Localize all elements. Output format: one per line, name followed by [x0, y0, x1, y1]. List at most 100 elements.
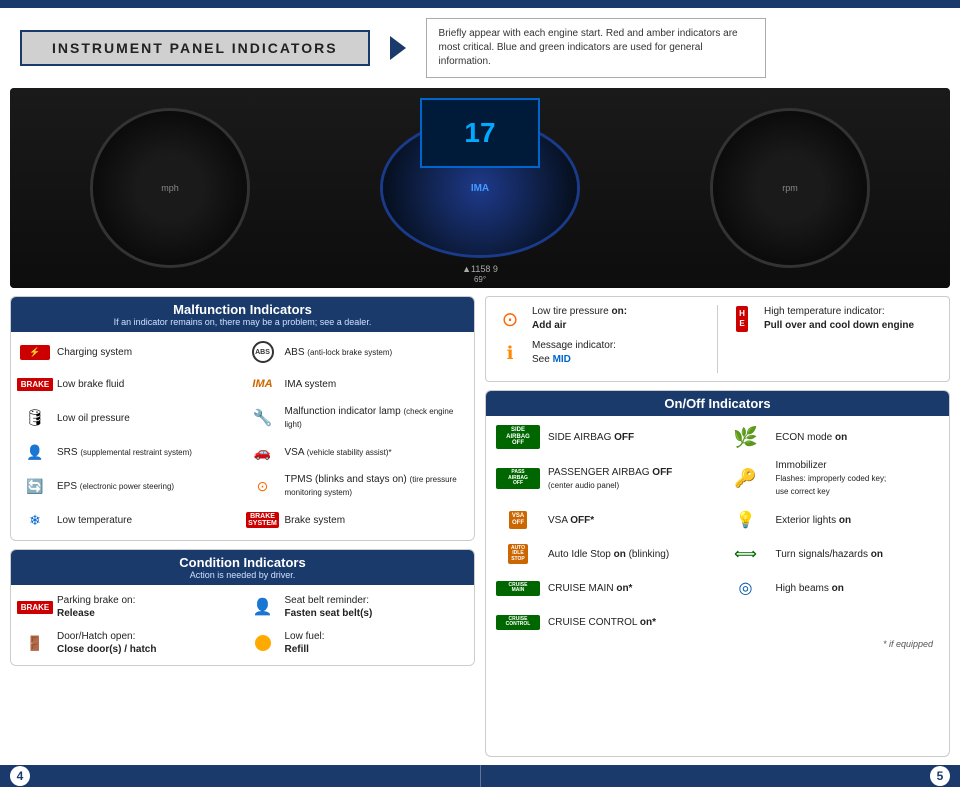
cruise-main-icon: CRUISEMAIN: [494, 576, 542, 600]
vsa-label: VSA (vehicle stability assist)*: [285, 446, 392, 459]
parking-brake-label: Parking brake on:Release: [57, 594, 135, 620]
alert-section: ⊙ Low tire pressure on:Add air ℹ Message…: [485, 296, 950, 382]
page-title: INSTRUMENT PANEL INDICATORS: [20, 30, 370, 66]
cruise-main-label: CRUISE MAIN on*: [548, 582, 632, 595]
onoff-vsa-off: VSAOFF VSA OFF*: [494, 505, 714, 535]
onoff-cruise-control: CRUISECONTROL CRUISE CONTROL on*: [494, 607, 714, 637]
condition-parking-brake: BRAKE Parking brake on:Release: [19, 591, 239, 623]
bottom-bar: 4 5: [0, 765, 960, 787]
indicator-low-temp: ❄ Low temperature: [19, 506, 239, 534]
arrow-icon: [390, 36, 406, 60]
onoff-header: On/Off Indicators: [486, 391, 949, 416]
alert-tire-pressure: ⊙ Low tire pressure on:Add air: [496, 305, 707, 333]
pass-airbag-icon: PASSAIRBAGOFF: [494, 467, 542, 491]
srs-label: SRS (supplemental restraint system): [57, 446, 192, 459]
side-airbag-label: SIDE AIRBAG OFF: [548, 431, 634, 444]
high-temp-label: High temperature indicator:Pull over and…: [764, 305, 914, 333]
low-temp-label: Low temperature: [57, 514, 132, 527]
indicator-vsa: 🚗 VSA (vehicle stability assist)*: [247, 438, 467, 466]
charging-icon: ⚡: [19, 341, 51, 363]
bottom-divider: [480, 765, 481, 787]
malfunction-content: ⚡ Charging system ABS ABS (anti-lock bra…: [11, 332, 474, 540]
cruise-control-icon: CRUISECONTROL: [494, 610, 542, 634]
vsa-off-icon: VSAOFF: [494, 508, 542, 532]
indicator-abs: ABS ABS (anti-lock brake system): [247, 338, 467, 366]
onoff-high-beams: ◎ High beams on: [722, 573, 942, 603]
high-temp-icon: HE: [728, 305, 756, 333]
onoff-section: On/Off Indicators SIDEAIRBAGOFF SIDE AIR…: [485, 390, 950, 757]
indicator-low-oil: 🛢 Low oil pressure: [19, 402, 239, 434]
onoff-side-airbag: SIDEAIRBAGOFF SIDE AIRBAG OFF: [494, 422, 714, 452]
onoff-immob: 🔑 ImmobilizerFlashes: improperly coded k…: [722, 456, 942, 501]
immob-icon: 🔑: [722, 467, 770, 491]
cruise-control-label: CRUISE CONTROL on*: [548, 616, 656, 629]
onoff-cruise-main: CRUISEMAIN CRUISE MAIN on*: [494, 573, 714, 603]
low-oil-label: Low oil pressure: [57, 412, 130, 425]
vsa-icon: 🚗: [247, 441, 279, 463]
mil-icon: 🔧: [247, 407, 279, 429]
message-label: Message indicator:See MID: [532, 339, 616, 367]
malfunction-grid: ⚡ Charging system ABS ABS (anti-lock bra…: [19, 338, 466, 534]
high-beams-label: High beams on: [776, 582, 844, 595]
indicator-charging: ⚡ Charging system: [19, 338, 239, 366]
alert-row: ⊙ Low tire pressure on:Add air ℹ Message…: [496, 305, 939, 373]
malfunction-subtitle: If an indicator remains on, there may be…: [21, 317, 464, 327]
brake-sys-label: Brake system: [285, 514, 346, 527]
immob-label: ImmobilizerFlashes: improperly coded key…: [776, 459, 887, 498]
ima-icon: IMA: [247, 373, 279, 395]
econ-icon: 🌿: [722, 425, 770, 449]
econ-label: ECON mode on: [776, 431, 848, 444]
header-note: Briefly appear with each engine start. R…: [426, 18, 766, 78]
eps-icon: 🔄: [19, 475, 51, 497]
tpms-icon: ⊙: [247, 475, 279, 497]
condition-title: Condition Indicators: [21, 555, 464, 570]
condition-seatbelt: 👤 Seat belt reminder:Fasten seat belt(s): [247, 591, 467, 623]
onoff-grid: SIDEAIRBAGOFF SIDE AIRBAG OFF 🌿 ECON mod…: [494, 422, 941, 637]
abs-icon: ABS: [247, 341, 279, 363]
low-fuel-label: Low fuel:Refill: [285, 630, 325, 656]
low-brake-icon: BRAKE: [19, 373, 51, 395]
onoff-turn-signals: ⟺ Turn signals/hazards on: [722, 539, 942, 569]
high-beams-icon: ◎: [722, 576, 770, 600]
onoff-ext-lights: 💡 Exterior lights on: [722, 505, 942, 535]
condition-low-fuel: Low fuel:Refill: [247, 627, 467, 659]
ext-lights-icon: 💡: [722, 508, 770, 532]
page-num-right: 5: [930, 766, 950, 786]
onoff-auto-idle: AUTOIDLESTOP Auto Idle Stop on (blinking…: [494, 539, 714, 569]
tpms-label: TPMS (blinks and stays on) (tire pressur…: [285, 473, 467, 499]
indicator-low-brake: BRAKE Low brake fluid: [19, 370, 239, 398]
header-row: INSTRUMENT PANEL INDICATORS Briefly appe…: [0, 8, 960, 88]
alert-right: HE High temperature indicator:Pull over …: [728, 305, 939, 373]
condition-section: Condition Indicators Action is needed by…: [10, 549, 475, 666]
onoff-econ: 🌿 ECON mode on: [722, 422, 942, 452]
turn-signals-label: Turn signals/hazards on: [776, 548, 883, 561]
condition-door-open: 🚪 Door/Hatch open:Close door(s) / hatch: [19, 627, 239, 659]
indicator-srs: 👤 SRS (supplemental restraint system): [19, 438, 239, 466]
alert-divider: [717, 305, 718, 373]
tire-pressure-label: Low tire pressure on:Add air: [532, 305, 627, 333]
page-num-left: 4: [10, 766, 30, 786]
malfunction-title: Malfunction Indicators: [21, 302, 464, 317]
low-oil-icon: 🛢: [19, 407, 51, 429]
door-open-label: Door/Hatch open:Close door(s) / hatch: [57, 630, 156, 656]
srs-icon: 👤: [19, 441, 51, 463]
tachometer-gauge: rpm: [710, 108, 870, 268]
onoff-content: SIDEAIRBAGOFF SIDE AIRBAG OFF 🌿 ECON mod…: [486, 416, 949, 657]
onoff-pass-airbag: PASSAIRBAGOFF PASSENGER AIRBAG OFF(cente…: [494, 456, 714, 501]
eps-label: EPS (electronic power steering): [57, 480, 174, 493]
onoff-empty: [722, 607, 942, 637]
abs-label: ABS (anti-lock brake system): [285, 346, 393, 359]
right-column: ⊙ Low tire pressure on:Add air ℹ Message…: [485, 296, 950, 757]
auto-idle-icon: AUTOIDLESTOP: [494, 542, 542, 566]
speedometer-gauge: mph: [90, 108, 250, 268]
ima-label: IMA system: [285, 378, 337, 391]
brake-sys-icon: BRAKESYSTEM: [247, 509, 279, 531]
condition-content: BRAKE Parking brake on:Release 👤 Seat be…: [11, 585, 474, 665]
left-column: Malfunction Indicators If an indicator r…: [10, 296, 475, 757]
condition-subtitle: Action is needed by driver.: [21, 570, 464, 580]
tire-pressure-icon: ⊙: [496, 305, 524, 333]
charging-label: Charging system: [57, 346, 132, 359]
ext-lights-label: Exterior lights on: [776, 514, 852, 527]
alert-message: ℹ Message indicator:See MID: [496, 339, 707, 367]
alert-left: ⊙ Low tire pressure on:Add air ℹ Message…: [496, 305, 707, 373]
